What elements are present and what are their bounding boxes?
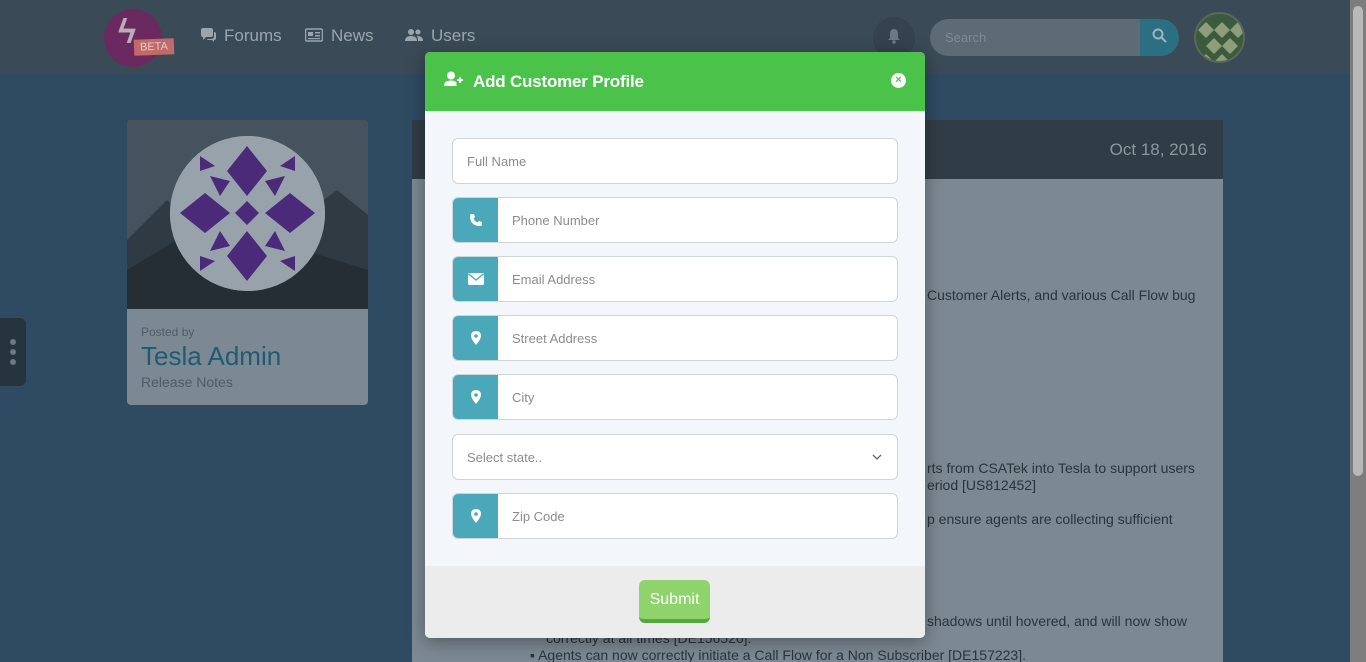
post-text-line: Customer Alerts, and various Call Flow b… [927,287,1196,303]
modal-header: Add Customer Profile × [425,52,925,111]
users-icon [405,28,423,45]
zip-code-input[interactable] [498,494,897,538]
modal-title: Add Customer Profile [473,71,644,91]
email-field[interactable] [452,256,898,302]
beta-badge: BETA [133,38,175,56]
map-marker-icon [453,375,498,419]
app-logo[interactable]: ϟ BETA [104,9,175,67]
posted-by-label: Posted by [141,325,195,339]
phone-field[interactable] [452,197,898,243]
add-customer-profile-modal: Add Customer Profile × Select state.. [425,52,925,638]
phone-input[interactable] [498,198,897,242]
newspaper-icon [304,27,324,45]
side-drawer-handle[interactable] [0,318,26,386]
post-text-line: rts from CSATek into Tesla to support us… [927,460,1195,476]
nav-news[interactable]: News [304,26,374,46]
phone-icon [453,198,498,242]
nav-users[interactable]: Users [405,26,475,46]
post-date: Oct 18, 2016 [1109,140,1207,159]
city-input[interactable] [498,375,897,419]
add-user-icon [444,71,463,92]
post-list-text: Agents can now correctly initiate a Call… [538,647,1026,662]
nav-forums-label: Forums [224,26,282,45]
post-text-line: eriod [US812452] [927,477,1036,493]
state-select[interactable]: Select state.. [452,434,898,480]
search-placeholder: Search [945,30,987,45]
user-avatar[interactable] [1194,12,1245,63]
map-marker-icon [453,494,498,538]
author-card: Posted by Tesla Admin Release Notes [127,120,368,405]
chevron-down-icon [871,449,883,468]
bullet-icon: ▪ [530,647,539,662]
post-category[interactable]: Release Notes [141,374,281,390]
close-icon[interactable]: × [891,73,906,88]
search-input[interactable]: Search [930,19,1140,56]
post-text-line: p ensure agents are collecting sufficien… [927,511,1173,527]
street-address-input[interactable] [498,316,897,360]
author-name[interactable]: Tesla Admin [141,341,281,372]
nav-forums[interactable]: Forums [200,26,282,46]
zip-code-field[interactable] [452,493,898,539]
scrollbar-thumb[interactable] [1353,6,1363,476]
search-icon [1152,28,1167,48]
post-text-line: shadows until hovered, and will now show [927,613,1187,629]
modal-footer: Submit [425,566,925,638]
state-select-value: Select state.. [467,449,543,465]
street-address-field[interactable] [452,315,898,361]
full-name-field[interactable] [452,138,898,184]
email-input[interactable] [498,257,897,301]
nav-news-label: News [331,26,374,45]
city-field[interactable] [452,374,898,420]
comments-icon [200,27,216,45]
bell-icon [887,28,901,49]
post-list-item: ▪ Agents can now correctly initiate a Ca… [530,647,1026,662]
nav-users-label: Users [431,26,476,45]
page-scrollbar[interactable] [1350,0,1366,662]
author-avatar [170,136,325,291]
envelope-icon [453,257,498,301]
map-marker-icon [453,316,498,360]
full-name-input[interactable] [453,139,897,183]
author-info: Posted by Tesla Admin Release Notes [141,325,281,390]
search-button[interactable] [1140,19,1179,56]
submit-button[interactable]: Submit [639,580,710,623]
